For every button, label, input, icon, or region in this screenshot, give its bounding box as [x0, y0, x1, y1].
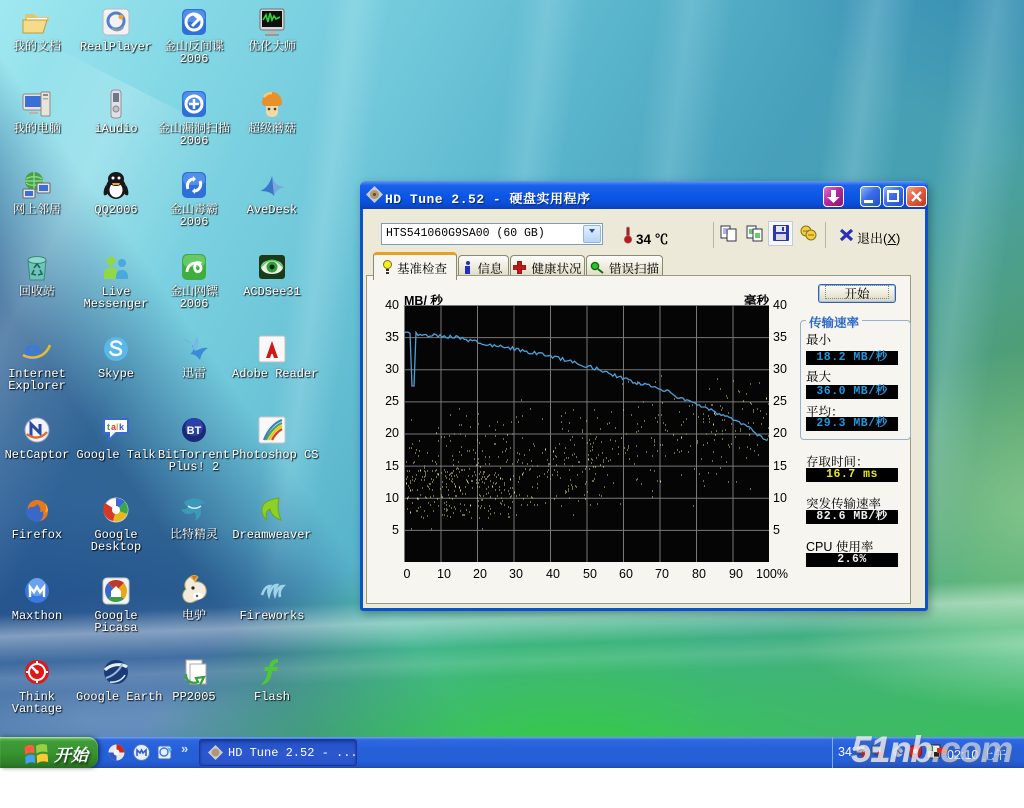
svg-text:BT: BT — [187, 425, 202, 437]
svg-text:e: e — [24, 333, 41, 365]
svg-text:t: t — [107, 422, 110, 432]
